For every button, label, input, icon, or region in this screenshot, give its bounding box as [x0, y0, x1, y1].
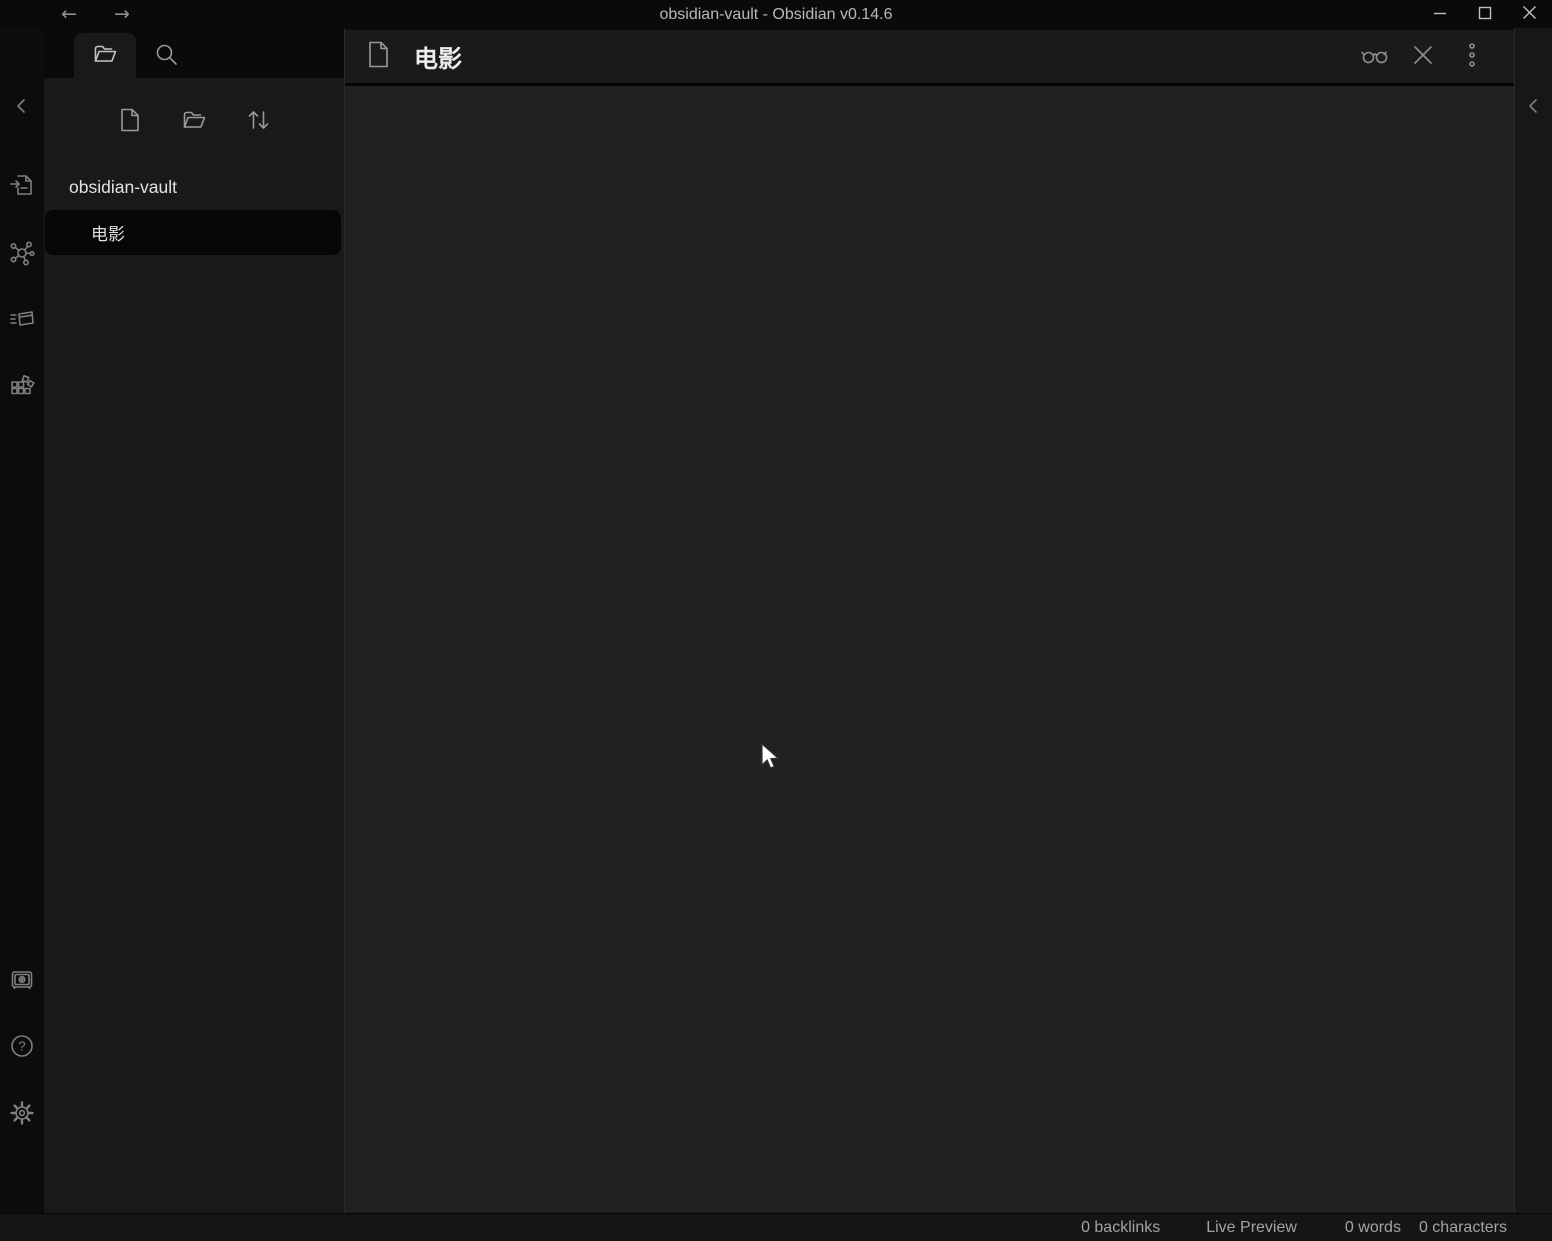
vault-icon: [9, 967, 35, 996]
gear-icon: [9, 1100, 35, 1129]
workspace: ?: [0, 28, 1552, 1213]
window-controls: [1417, 0, 1552, 28]
file-item[interactable]: 电影: [45, 210, 341, 255]
search-icon: [153, 41, 179, 70]
reading-mode-toggle-button[interactable]: [1362, 45, 1386, 69]
quick-switcher-icon: [9, 172, 35, 201]
window-title: obsidian-vault - Obsidian v0.14.6: [0, 0, 1552, 28]
editor-pane: 电影: [344, 28, 1514, 1213]
tab-file-explorer[interactable]: [74, 33, 136, 78]
vault-title[interactable]: obsidian-vault: [44, 174, 344, 200]
editor-mode-status[interactable]: Live Preview: [1206, 1219, 1297, 1237]
sort-order-button[interactable]: [244, 107, 272, 135]
chevron-left-icon: [1523, 95, 1545, 120]
new-note-icon: [118, 107, 142, 136]
graph-view-button[interactable]: [8, 240, 36, 268]
file-explorer-panel: obsidian-vault 电影: [44, 78, 344, 1213]
backlinks-status[interactable]: 0 backlinks: [1081, 1219, 1160, 1237]
view-actions: [1362, 45, 1484, 69]
open-vault-button[interactable]: [8, 967, 36, 995]
tab-search[interactable]: [144, 33, 188, 78]
collapse-left-sidebar-button[interactable]: [8, 93, 36, 121]
graph-view-icon: [9, 240, 35, 269]
note-title: 电影: [414, 39, 462, 74]
random-note-button[interactable]: [8, 373, 36, 401]
sort-icon: [245, 107, 271, 136]
left-ribbon: ?: [0, 28, 44, 1213]
command-palette-icon: [9, 306, 35, 335]
file-item-label: 电影: [91, 220, 125, 245]
right-sidebar-collapsed: [1514, 28, 1552, 1213]
minimize-icon: [1433, 6, 1447, 23]
new-folder-button[interactable]: [180, 107, 208, 135]
folder-icon: [92, 41, 118, 70]
status-bar: 0 backlinks Live Preview 0 words 0 chara…: [0, 1213, 1552, 1241]
settings-button[interactable]: [8, 1100, 36, 1128]
close-tab-button[interactable]: [1411, 45, 1435, 69]
new-note-button[interactable]: [116, 107, 144, 135]
titlebar: ← → obsidian-vault - Obsidian v0.14.6: [0, 0, 1552, 28]
close-tab-icon: [1412, 44, 1434, 69]
document-icon: [368, 41, 389, 73]
close-button[interactable]: [1507, 0, 1552, 28]
help-button[interactable]: ?: [8, 1033, 36, 1061]
maximize-button[interactable]: [1462, 0, 1507, 28]
maximize-icon: [1478, 6, 1492, 23]
help-glyph: ?: [18, 1038, 25, 1053]
more-options-button[interactable]: [1460, 45, 1484, 69]
word-count-status: 0 words: [1345, 1219, 1401, 1237]
new-folder-icon: [181, 107, 207, 136]
obsidian-window: ← → obsidian-vault - Obsidian v0.14.6: [0, 0, 1552, 1241]
sidebar-tab-strip: [44, 28, 344, 78]
command-palette-button[interactable]: [8, 306, 36, 334]
quick-switcher-button[interactable]: [8, 172, 36, 200]
character-count-status: 0 characters: [1419, 1219, 1507, 1237]
random-note-icon: [9, 373, 35, 402]
view-header: 电影: [345, 28, 1514, 86]
left-sidebar: obsidian-vault 电影: [44, 28, 344, 1213]
close-icon: [1522, 5, 1537, 23]
vertical-dots-icon: [1467, 42, 1477, 71]
editor-content[interactable]: [345, 86, 1514, 1213]
explorer-toolbar: [44, 78, 344, 135]
minimize-button[interactable]: [1417, 0, 1462, 28]
chevron-left-icon: [11, 95, 33, 120]
help-icon: ?: [9, 1033, 35, 1062]
expand-right-sidebar-button[interactable]: [1520, 93, 1548, 121]
glasses-icon: [1360, 41, 1388, 72]
